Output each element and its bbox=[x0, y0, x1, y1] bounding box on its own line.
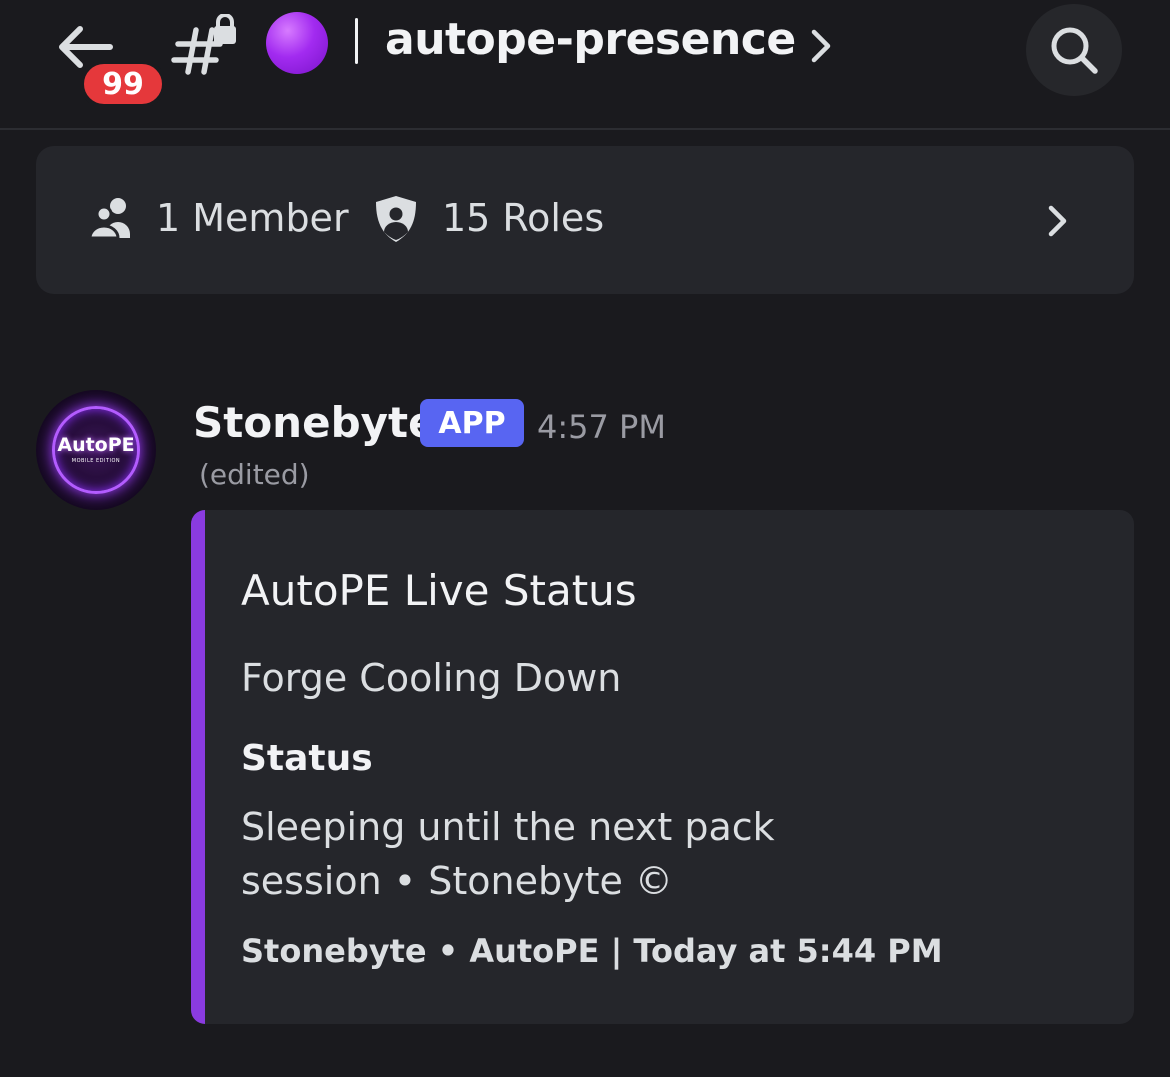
members-count: 1 Member bbox=[156, 196, 349, 240]
message-timestamp: 4:57 PM bbox=[537, 408, 666, 446]
embed-field-value: Sleeping until the next pack session • S… bbox=[241, 805, 775, 903]
embed-title: AutoPE Live Status bbox=[241, 566, 637, 615]
message-embed: AutoPE Live Status Forge Cooling Down St… bbox=[191, 510, 1134, 1024]
purple-circle-icon bbox=[266, 12, 328, 74]
search-icon bbox=[1051, 27, 1098, 74]
avatar-logo-subtext: MOBILE EDITION bbox=[71, 458, 121, 464]
roles-count: 15 Roles bbox=[442, 196, 605, 240]
edited-label: (edited) bbox=[199, 458, 310, 491]
embed-description: Forge Cooling Down bbox=[241, 656, 622, 700]
embed-field-name: Status bbox=[241, 738, 373, 779]
author-name[interactable]: Stonebyte bbox=[193, 398, 437, 447]
channel-info-bar[interactable]: 1 Member 15 Roles bbox=[36, 146, 1134, 294]
unread-badge: 99 bbox=[80, 60, 166, 108]
app-tag: APP bbox=[420, 399, 524, 447]
members-icon bbox=[88, 198, 130, 240]
search-button[interactable] bbox=[1026, 4, 1122, 96]
title-divider bbox=[355, 18, 358, 64]
chevron-right-icon bbox=[1048, 205, 1067, 237]
embed-accent-bar bbox=[191, 510, 205, 1024]
avatar-logo-text: AutoPE bbox=[57, 434, 135, 456]
avatar[interactable]: AutoPE MOBILE EDITION bbox=[36, 390, 156, 510]
chevron-right-icon[interactable] bbox=[808, 24, 836, 68]
embed-footer: Stonebyte • AutoPE | Today at 5:44 PM bbox=[241, 932, 943, 970]
channel-title[interactable]: autope-presence bbox=[385, 14, 796, 65]
shield-icon bbox=[376, 196, 416, 242]
hash-lock-icon bbox=[171, 14, 236, 75]
channel-header: 99 autope-presence bbox=[0, 0, 1170, 130]
